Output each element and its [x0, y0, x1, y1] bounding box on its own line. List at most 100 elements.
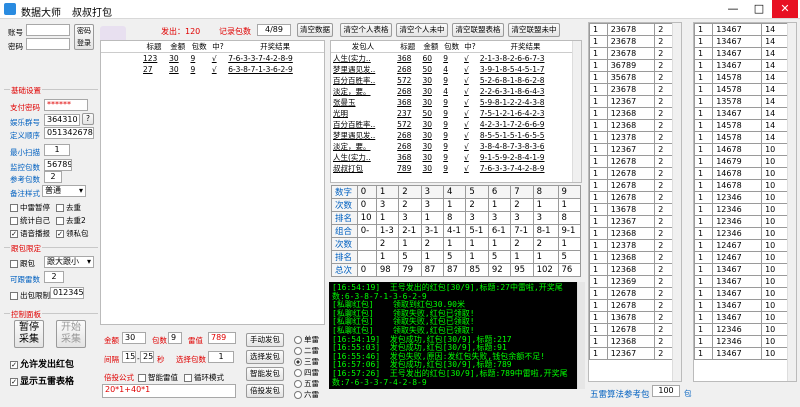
- table-row[interactable]: 百分百胜率.. 572 30 9 √ 4-2-3-1-7-2-6-6-9: [331, 119, 573, 130]
- help-button[interactable]: ?: [82, 113, 94, 125]
- list-item[interactable]: 1 12346 10: [694, 323, 788, 336]
- list-item[interactable]: 1 12346 10: [694, 203, 788, 216]
- list-item[interactable]: 1 13467 10: [694, 299, 788, 312]
- list-item[interactable]: 1 13467 10: [694, 347, 788, 360]
- start-collect-button[interactable]: 开始采集: [56, 320, 86, 348]
- list-item[interactable]: 1 12346 10: [694, 215, 788, 228]
- list-item[interactable]: 1 13467 14: [694, 47, 788, 60]
- list-item[interactable]: 1 12678 2: [589, 179, 673, 192]
- list-item[interactable]: 1 12678 2: [589, 191, 673, 204]
- list-item[interactable]: 1 14578 14: [694, 119, 788, 132]
- score-right-scrollbar[interactable]: [787, 23, 796, 381]
- list-item[interactable]: 1 13467 10: [694, 275, 788, 288]
- radio-2[interactable]: 三雷: [294, 356, 319, 367]
- chk-loop[interactable]: 循环模式: [184, 372, 224, 383]
- list-item[interactable]: 1 12368 2: [589, 263, 673, 276]
- chk-voice[interactable]: ✓ 语音播报: [10, 228, 50, 239]
- follow-select[interactable]: 跟大跟小 ▾: [44, 256, 94, 268]
- table-row[interactable]: 人生(实力.. 368 60 9 √ 2-1-3-8-2-6-6-7-3: [331, 53, 573, 65]
- list-item[interactable]: 1 12367 2: [589, 215, 673, 228]
- list-item[interactable]: 1 12678 2: [589, 323, 673, 336]
- list-item[interactable]: 1 13678 2: [589, 203, 673, 216]
- table-row[interactable]: 27 30 9 √ 6-3-8-7-1-3-6-2-9: [101, 64, 324, 75]
- list-item[interactable]: 1 12467 10: [694, 239, 788, 252]
- chk-thunder-pause[interactable]: 中雷暂停: [10, 202, 50, 213]
- table-row[interactable]: 梦里遇见发.. 268 30 9 √ 8-5-5-1-5-1-6-5-5: [331, 130, 573, 141]
- clear-personal-button[interactable]: 清空个人表格: [340, 23, 392, 37]
- smart-send-button[interactable]: 智能发包: [246, 367, 284, 381]
- list-item[interactable]: 1 14578 14: [694, 83, 788, 96]
- radio-3[interactable]: 四雷: [294, 367, 319, 378]
- radio-1[interactable]: 二雷: [294, 345, 319, 356]
- list-item[interactable]: 1 12678 2: [589, 299, 673, 312]
- list-item[interactable]: 1 12368 2: [589, 251, 673, 264]
- list-item[interactable]: 1 13467 10: [694, 263, 788, 276]
- list-item[interactable]: 1 13467 14: [694, 59, 788, 72]
- clear-personal-mine-button[interactable]: 清空个人未中: [396, 23, 448, 37]
- interval-from-input[interactable]: 15: [122, 351, 136, 363]
- score-left-scrollbar[interactable]: [672, 23, 681, 381]
- list-item[interactable]: 1 12346 10: [694, 335, 788, 348]
- chk-allow-send[interactable]: ✓ 允许发出红包: [10, 357, 74, 370]
- list-item[interactable]: 1 14578 14: [694, 71, 788, 84]
- select-send-button[interactable]: 选择发包: [246, 350, 284, 364]
- list-item[interactable]: 1 12346 10: [694, 191, 788, 204]
- radio-5[interactable]: 六雷: [294, 389, 319, 400]
- table-row[interactable]: 淡定，要。 268 30 9 √ 3-8-4-8-7-3-8-3-6: [331, 141, 573, 152]
- chk-follow[interactable]: 跟包: [10, 258, 35, 269]
- list-item[interactable]: 1 13467 14: [694, 107, 788, 120]
- chk-remove2[interactable]: 去重2: [56, 215, 86, 226]
- list-item[interactable]: 1 12368 2: [589, 335, 673, 348]
- count-input[interactable]: 9: [168, 332, 182, 344]
- chk-smart[interactable]: 智能雷值: [138, 372, 178, 383]
- close-button[interactable]: ✕: [772, 0, 798, 18]
- bet-input[interactable]: 2: [44, 271, 64, 283]
- table-row[interactable]: 张曼玉 368 30 9 √ 5-9-8-1-2-2-4-3-8: [331, 97, 573, 108]
- table-row[interactable]: 淡定，要。 268 30 4 √ 2-2-6-3-1-8-6-4-3: [331, 86, 573, 97]
- account-input[interactable]: [26, 24, 70, 36]
- maximize-button[interactable]: □: [746, 0, 772, 18]
- list-item[interactable]: 1 12368 2: [589, 107, 673, 120]
- manual-send-button[interactable]: 手动发包: [246, 333, 284, 347]
- password-input[interactable]: [26, 38, 70, 50]
- chk-limit[interactable]: 出包限制: [10, 290, 50, 301]
- clear-data-button[interactable]: 清空数据: [297, 23, 333, 37]
- log-scrollbar[interactable]: [577, 282, 585, 389]
- style-select[interactable]: 普通 ▾: [42, 185, 86, 197]
- multi-send-button[interactable]: 倍投发包: [246, 384, 284, 398]
- table-row[interactable]: 人生(实力.. 368 30 9 √ 9-1-5-9-2-8-4-1-9: [331, 152, 573, 163]
- list-item[interactable]: 1 13578 14: [694, 95, 788, 108]
- list-item[interactable]: 1 14678 10: [694, 179, 788, 192]
- list-item[interactable]: 1 23678 2: [589, 35, 673, 48]
- pay-pwd-input[interactable]: ******: [44, 99, 88, 111]
- list-item[interactable]: 1 14678 10: [694, 167, 788, 180]
- list-item[interactable]: 1 23678 2: [589, 83, 673, 96]
- chk-show-five[interactable]: ✓ 显示五雷表格: [10, 374, 74, 387]
- list-item[interactable]: 1 14679 10: [694, 155, 788, 168]
- list-item[interactable]: 1 12367 2: [589, 347, 673, 360]
- list-item[interactable]: 1 13467 10: [694, 311, 788, 324]
- table-row[interactable]: 梦里遇见发.. 268 50 4 √ 3-9-1-8-5-4-5-1-7: [331, 64, 573, 75]
- limit-input[interactable]: 012345: [50, 287, 84, 299]
- list-item[interactable]: 1 13467 10: [694, 287, 788, 300]
- monitor-input[interactable]: 56789: [44, 159, 72, 171]
- chk-grab[interactable]: ✓ 领私包: [56, 228, 89, 239]
- formula-input[interactable]: 20*1+40*1: [102, 384, 236, 398]
- clear-union-button[interactable]: 清空联盟表格: [452, 23, 504, 37]
- table-row[interactable]: 百分百胜率.. 572 30 9 √ 5-2-6-8-1-8-6-2-8: [331, 75, 573, 86]
- list-item[interactable]: 1 12346 10: [694, 227, 788, 240]
- list-item[interactable]: 1 13467 14: [694, 23, 788, 36]
- list-item[interactable]: 1 12367 2: [589, 95, 673, 108]
- list-item[interactable]: 1 12467 10: [694, 251, 788, 264]
- list-item[interactable]: 1 23678 2: [589, 47, 673, 60]
- list-item[interactable]: 1 12368 2: [589, 119, 673, 132]
- list-item[interactable]: 1 35678 2: [589, 71, 673, 84]
- chk-remove[interactable]: 去重: [56, 202, 81, 213]
- radio-4[interactable]: 五雷: [294, 378, 319, 389]
- list-item[interactable]: 1 12367 2: [589, 143, 673, 156]
- thunder-input[interactable]: 789: [208, 332, 236, 344]
- select-count-input[interactable]: 1: [208, 351, 234, 363]
- list-item[interactable]: 1 14678 10: [694, 143, 788, 156]
- interval-to-input[interactable]: 25: [140, 351, 154, 363]
- list-item[interactable]: 1 12678 2: [589, 155, 673, 168]
